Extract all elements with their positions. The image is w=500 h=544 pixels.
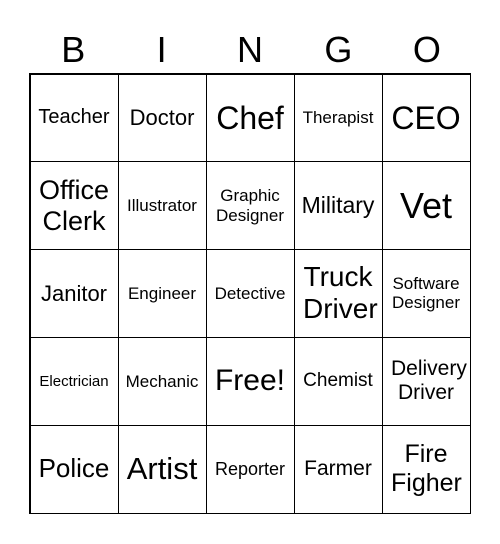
header-letter-i: I [156, 29, 167, 70]
bingo-cell-label: Farmer [304, 457, 372, 481]
bingo-cell-label: Police [38, 453, 110, 484]
bingo-cell[interactable]: Doctor [117, 73, 207, 163]
bingo-cell-label: Free! [214, 364, 286, 398]
bingo-cell-label: Doctor [129, 105, 195, 131]
bingo-cell[interactable]: Graphic Designer [205, 161, 295, 251]
bingo-cell[interactable]: Electrician [29, 336, 119, 426]
bingo-cell-label: Illustrator [127, 195, 197, 215]
bingo-cell[interactable]: Military [293, 161, 383, 251]
bingo-cell-label: Janitor [40, 280, 108, 306]
bingo-cell-label: Detective [214, 283, 286, 303]
bingo-cell[interactable]: Janitor [29, 249, 119, 338]
bingo-cell[interactable]: Truck Driver [293, 249, 383, 338]
bingo-cell-label: Chef [216, 99, 284, 136]
bingo-cell[interactable]: Detective [205, 249, 295, 338]
bingo-cell[interactable]: Illustrator [117, 161, 207, 251]
header-letter-o: O [412, 29, 441, 70]
bingo-cell[interactable]: Police [29, 424, 119, 514]
bingo-cell-label: Teacher [38, 106, 110, 129]
bingo-cell-label: Truck Driver [303, 261, 378, 325]
bingo-cell-label: Artist [126, 451, 198, 487]
bingo-cell-label: Software Designer [391, 273, 461, 313]
bingo-cell[interactable]: Farmer [293, 424, 383, 514]
bingo-cell[interactable]: Mechanic [117, 336, 207, 426]
bingo-header: B I N G O [29, 28, 471, 72]
bingo-cell-label: Mechanic [125, 371, 199, 391]
bingo-cell-label: Office Clerk [39, 174, 110, 236]
bingo-cell-label: Vet [399, 185, 453, 226]
bingo-cell[interactable]: CEO [381, 73, 471, 163]
bingo-cell[interactable]: Vet [381, 161, 471, 251]
bingo-cell[interactable]: Delivery Driver [381, 336, 471, 426]
bingo-cell-label: Graphic Designer [215, 186, 285, 225]
bingo-cell[interactable]: Teacher [29, 73, 119, 163]
bingo-cell-label: Electrician [39, 372, 109, 390]
bingo-cell[interactable]: Free! [205, 336, 295, 426]
bingo-cell[interactable]: Chemist [293, 336, 383, 426]
bingo-cell[interactable]: Fire Figher [381, 424, 471, 514]
bingo-cell-label: Delivery Driver [391, 357, 467, 405]
bingo-cell-label: Reporter [214, 458, 286, 479]
bingo-cell-label: Fire Figher [391, 440, 462, 498]
bingo-cell[interactable]: Office Clerk [29, 161, 119, 251]
bingo-cell-label: CEO [391, 99, 461, 136]
bingo-cell[interactable]: Chef [205, 73, 295, 163]
bingo-cell-label: Military [301, 192, 375, 219]
header-letter-g: G [324, 29, 353, 70]
bingo-cell-label: Chemist [303, 370, 373, 392]
bingo-grid: Teacher Doctor Chef Therapist CEO Office Cler… [29, 73, 471, 514]
bingo-cell[interactable]: Artist [117, 424, 207, 514]
bingo-cell-label: Engineer [127, 283, 197, 303]
bingo-cell[interactable]: Engineer [117, 249, 207, 338]
bingo-cell[interactable]: Reporter [205, 424, 295, 514]
bingo-cell[interactable]: Therapist [293, 73, 383, 163]
header-letter-n: N [237, 29, 264, 70]
header-letter-b: B [61, 29, 86, 70]
bingo-cell-label: Therapist [302, 108, 374, 128]
bingo-cell[interactable]: Software Designer [381, 249, 471, 338]
